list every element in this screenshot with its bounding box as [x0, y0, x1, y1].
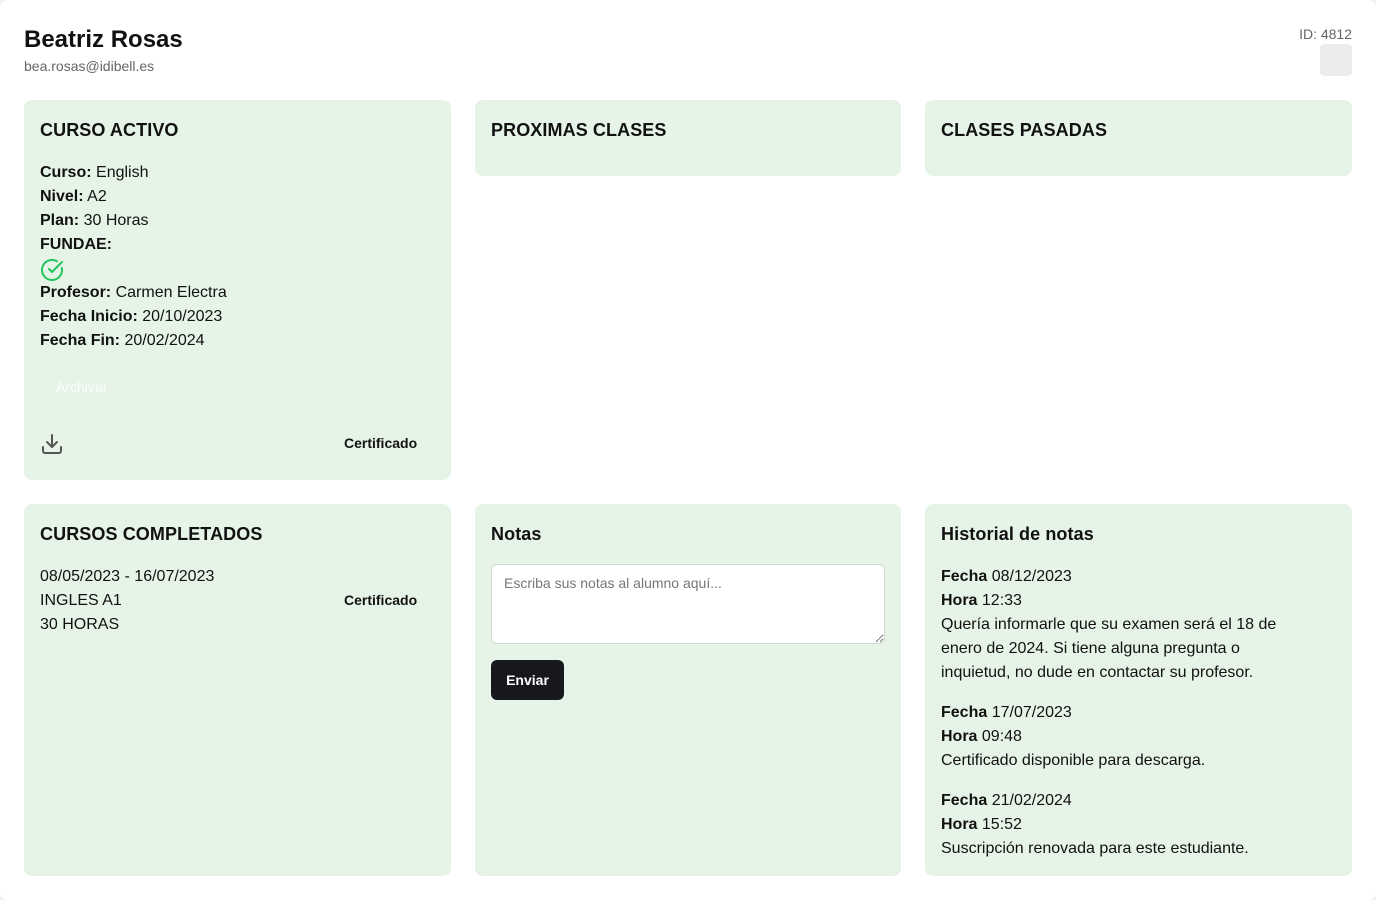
- history-time: 12:33: [981, 592, 1022, 609]
- history-date-label: Fecha: [941, 568, 988, 585]
- history-date: 08/12/2023: [991, 568, 1072, 585]
- history-text: Suscripción renovada para este estudiant…: [941, 840, 1249, 857]
- fundae-row: FUNDAE:: [40, 233, 435, 257]
- history-date-label: Fecha: [941, 704, 988, 721]
- start-date-row: Fecha Inicio: 20/10/2023: [40, 305, 435, 329]
- history-time-label: Hora: [941, 728, 978, 745]
- active-course-title: CURSO ACTIVO: [40, 120, 179, 140]
- end-date-label: Fecha Fin:: [40, 332, 121, 349]
- history-date: 17/07/2023: [991, 704, 1072, 721]
- list-item: 08/05/2023 - 16/07/2023 INGLES A1 30 HOR…: [40, 565, 435, 637]
- completed-certificate-link[interactable]: Certificado: [344, 592, 417, 608]
- notes-title: Notas: [491, 524, 542, 544]
- check-circle-icon: [41, 258, 63, 281]
- active-course-card: CURSO ACTIVO Curso: English Nivel: A2 Pl…: [24, 100, 451, 480]
- end-date-row: Fecha Fin: 20/02/2024: [40, 329, 435, 353]
- teacher-row: Profesor: Carmen Electra: [40, 281, 435, 305]
- teacher-label: Profesor:: [40, 284, 112, 301]
- notes-history-title: Historial de notas: [941, 524, 1094, 544]
- completed-course-dates: 08/05/2023 - 16/07/2023: [40, 568, 215, 585]
- past-classes-title: CLASES PASADAS: [941, 120, 1108, 140]
- notes-card: Notas Enviar: [475, 504, 901, 876]
- send-button[interactable]: Enviar: [491, 660, 564, 700]
- history-entry: Fecha 21/02/2024 Hora 15:52 Suscripción …: [941, 789, 1311, 861]
- course-value: English: [96, 164, 149, 181]
- completed-course-hours: 30 HORAS: [40, 616, 120, 633]
- certificate-link[interactable]: Certificado: [344, 435, 417, 451]
- options-button[interactable]: [1320, 44, 1352, 76]
- completed-courses-title: CURSOS COMPLETADOS: [40, 524, 263, 544]
- archive-button[interactable]: Archivar: [56, 379, 107, 395]
- history-time-label: Hora: [941, 592, 978, 609]
- upcoming-classes-title: PROXIMAS CLASES: [491, 120, 667, 140]
- history-time-label: Hora: [941, 816, 978, 833]
- course-label: Curso:: [40, 164, 92, 181]
- course-row: Curso: English: [40, 161, 435, 185]
- history-entry: Fecha 17/07/2023 Hora 09:48 Certificado …: [941, 701, 1311, 773]
- teacher-value: Carmen Electra: [115, 284, 227, 301]
- student-id: ID: 4812: [1299, 26, 1352, 42]
- history-time: 15:52: [981, 816, 1022, 833]
- past-classes-card: CLASES PASADAS: [925, 100, 1352, 176]
- completed-courses-card: CURSOS COMPLETADOS 08/05/2023 - 16/07/20…: [24, 504, 451, 876]
- upcoming-classes-card: PROXIMAS CLASES: [475, 100, 901, 176]
- history-time: 09:48: [981, 728, 1022, 745]
- notes-history-card: Historial de notas Fecha 08/12/2023 Hora…: [925, 504, 1352, 876]
- plan-value: 30 Horas: [83, 212, 149, 229]
- start-date-label: Fecha Inicio:: [40, 308, 138, 325]
- student-detail-page: Beatriz Rosas bea.rosas@idibell.es ID: 4…: [0, 0, 1376, 900]
- start-date-value: 20/10/2023: [142, 308, 223, 325]
- notes-textarea[interactable]: [491, 564, 885, 644]
- history-entry: Fecha 08/12/2023 Hora 12:33 Quería infor…: [941, 565, 1311, 685]
- fundae-label: FUNDAE:: [40, 236, 112, 253]
- level-label: Nivel:: [40, 188, 84, 205]
- student-name: Beatriz Rosas: [24, 26, 183, 53]
- level-row: Nivel: A2: [40, 185, 435, 209]
- history-date: 21/02/2024: [991, 792, 1072, 809]
- plan-row: Plan: 30 Horas: [40, 209, 435, 233]
- history-text: Certificado disponible para descarga.: [941, 752, 1206, 769]
- history-date-label: Fecha: [941, 792, 988, 809]
- level-value: A2: [87, 188, 107, 205]
- end-date-value: 20/02/2024: [124, 332, 205, 349]
- history-text: Quería informarle que su examen será el …: [941, 616, 1277, 681]
- student-email: bea.rosas@idibell.es: [24, 58, 155, 74]
- plan-label: Plan:: [40, 212, 80, 229]
- download-icon[interactable]: [40, 432, 64, 456]
